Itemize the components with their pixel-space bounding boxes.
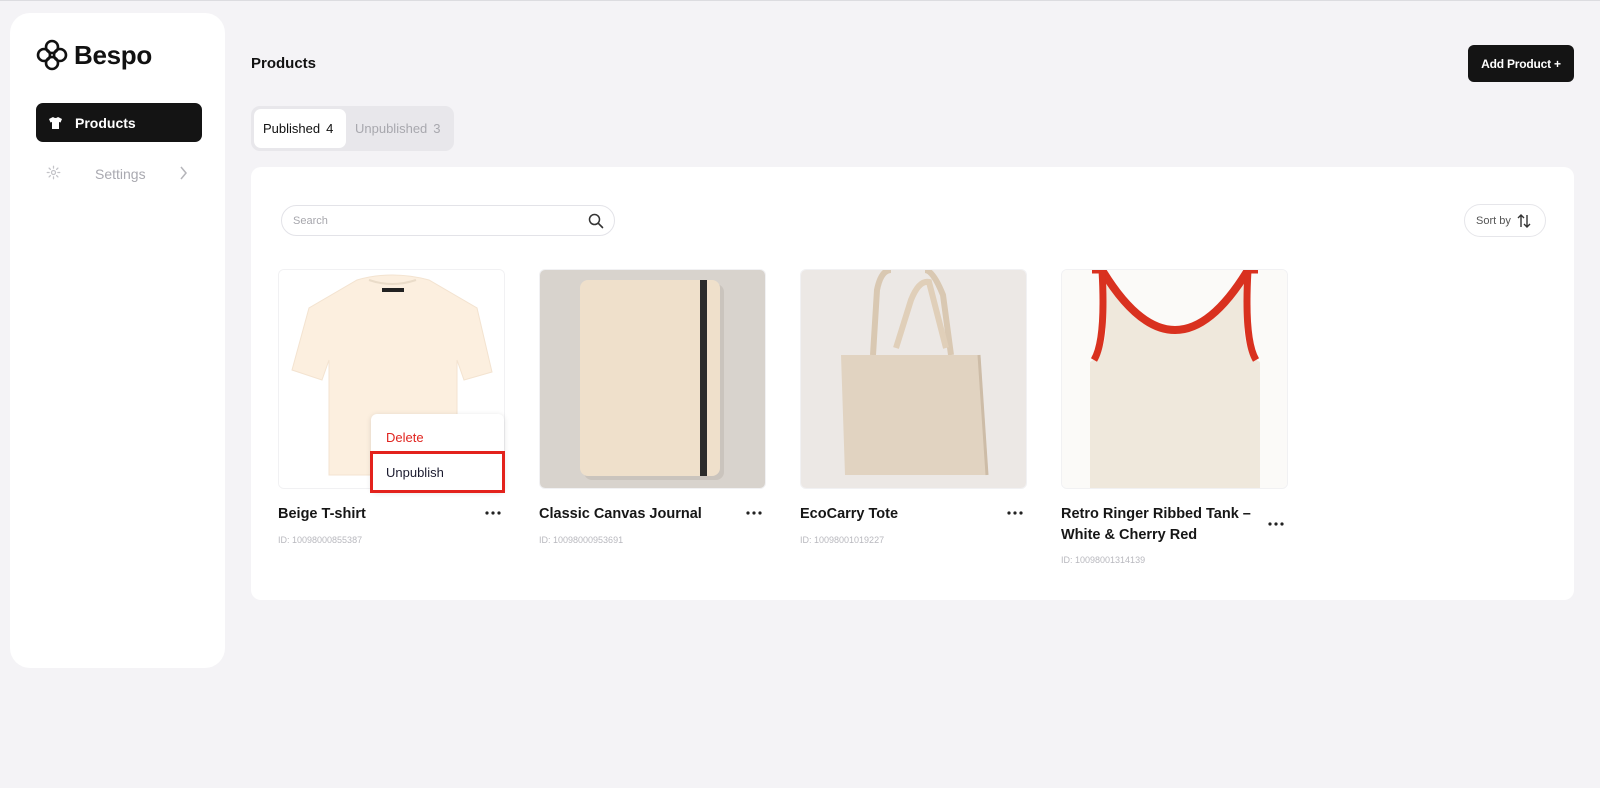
top-border <box>0 0 1600 1</box>
product-context-menu: Delete Unpublish <box>370 414 505 493</box>
tab-count: 3 <box>433 121 441 136</box>
sidebar-item-label: Products <box>75 114 136 131</box>
product-card: Classic Canvas Journal ID: 1009800095369… <box>539 269 766 545</box>
sidebar: Bespo Products Settings <box>10 13 225 668</box>
search-box <box>281 205 615 236</box>
product-id: ID: 10098001314139 <box>1061 555 1146 565</box>
sidebar-item-settings[interactable]: Settings <box>36 160 202 188</box>
product-name[interactable]: EcoCarry Tote <box>800 504 990 525</box>
app-name: Bespo <box>74 39 152 70</box>
product-card: Retro Ringer Ribbed Tank – White & Cherr… <box>1061 269 1288 565</box>
product-name[interactable]: Beige T-shirt <box>278 504 468 525</box>
product-name[interactable]: Classic Canvas Journal <box>539 504 729 525</box>
tab-label: Published <box>263 121 321 136</box>
product-name[interactable]: Retro Ringer Ribbed Tank – White & Cherr… <box>1061 504 1251 546</box>
ellipsis-icon <box>746 511 762 515</box>
ellipsis-icon <box>485 511 501 515</box>
delete-menu-item[interactable]: Delete <box>386 430 424 445</box>
gear-icon <box>46 165 61 180</box>
tshirt-icon <box>49 116 62 129</box>
bespo-logo-icon <box>36 39 68 71</box>
unpublish-menu-item[interactable]: Unpublish <box>370 451 505 493</box>
sort-arrows-icon <box>1517 213 1531 228</box>
sort-label: Sort by <box>1476 214 1511 227</box>
product-id: ID: 10098001019227 <box>800 535 885 545</box>
app-logo[interactable]: Bespo <box>36 39 152 71</box>
page-title: Products <box>251 55 317 72</box>
more-options-button[interactable] <box>481 503 505 523</box>
ellipsis-icon <box>1007 511 1023 515</box>
sidebar-item-label: Settings <box>95 166 146 182</box>
add-product-button[interactable]: Add Product + <box>1468 45 1574 82</box>
product-image[interactable] <box>539 269 766 489</box>
more-options-button[interactable] <box>742 503 766 523</box>
product-card: EcoCarry Tote ID: 10098001019227 <box>800 269 1027 545</box>
sidebar-item-products[interactable]: Products <box>36 103 202 142</box>
search-icon[interactable] <box>588 213 604 229</box>
product-id: ID: 10098000855387 <box>278 535 363 545</box>
chevron-right-icon <box>180 166 187 180</box>
tab-count: 4 <box>326 121 334 136</box>
search-input[interactable] <box>293 214 573 227</box>
products-panel: Sort by Beige T-shirt ID: 10098000855387 <box>251 167 1574 600</box>
ellipsis-icon <box>1268 522 1284 526</box>
tab-published[interactable]: Published 4 <box>254 109 346 148</box>
more-options-button[interactable] <box>1264 514 1288 534</box>
publish-status-tabs: Published 4 Unpublished 3 <box>251 106 454 151</box>
product-id: ID: 10098000953691 <box>539 535 624 545</box>
sort-button[interactable]: Sort by <box>1464 204 1546 237</box>
more-options-button[interactable] <box>1003 503 1027 523</box>
tab-label: Unpublished <box>355 121 428 136</box>
tab-unpublished[interactable]: Unpublished 3 <box>355 109 441 148</box>
product-image[interactable] <box>800 269 1027 489</box>
product-image[interactable] <box>1061 269 1288 489</box>
